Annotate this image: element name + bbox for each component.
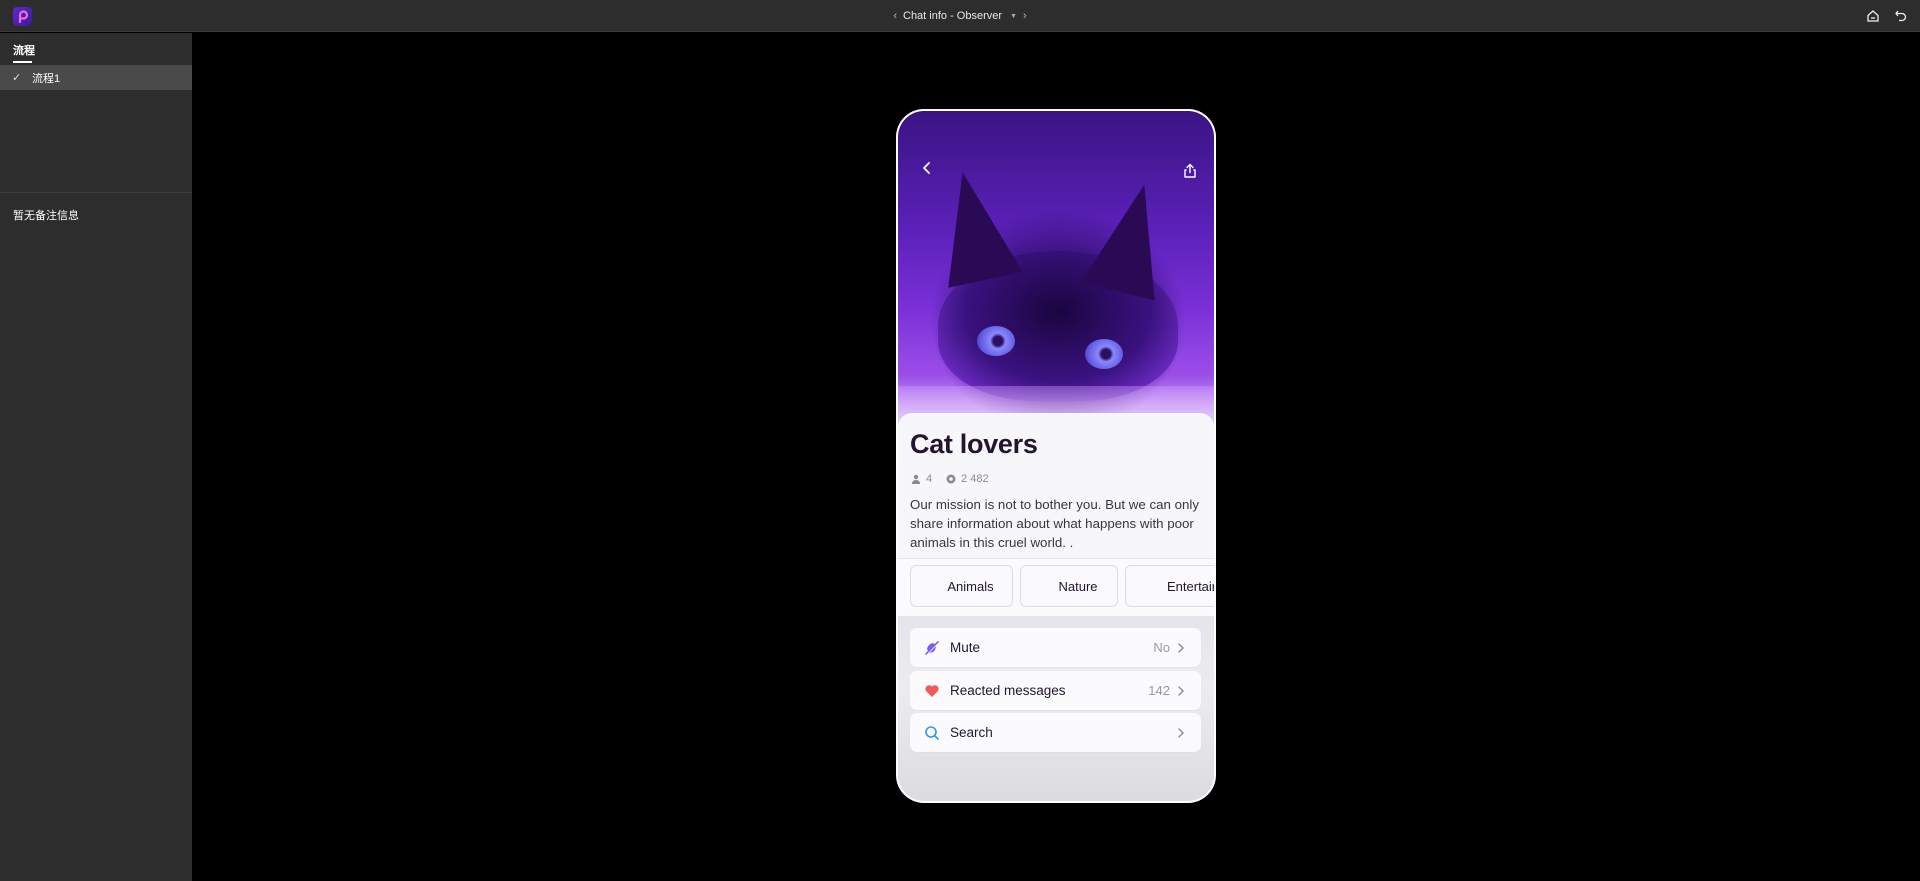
- cat-eye-left: [977, 326, 1015, 356]
- group-info-card: Cat lovers 4 2 482 Our mission is not to…: [898, 413, 1214, 558]
- check-icon: ✓: [12, 72, 22, 84]
- search-label: Search: [950, 725, 993, 740]
- notes-empty-text: 暂无备注信息: [13, 210, 79, 222]
- reacted-messages-label: Reacted messages: [950, 683, 1066, 698]
- tag-chip[interactable]: Nature: [1020, 565, 1118, 607]
- phone-preview: Cat lovers 4 2 482 Our mission is not to…: [896, 109, 1216, 803]
- chevron-right-icon[interactable]: ›: [1023, 10, 1027, 22]
- share-button[interactable]: [1178, 159, 1202, 183]
- undo-icon[interactable]: [1892, 7, 1910, 25]
- sidebar: 流程 ✓ 流程1 暂无备注信息: [0, 33, 192, 881]
- tag-chip[interactable]: Animals: [910, 565, 1013, 607]
- chevron-right-icon: [1177, 727, 1187, 738]
- chevron-right-icon: [1177, 685, 1187, 696]
- settings-list: Mute No Reacted messages 142 Search: [898, 616, 1214, 801]
- top-bar: ‹ Chat info - Observer ▼ ›: [0, 0, 1920, 32]
- group-description: Our mission is not to bother you. But we…: [910, 497, 1199, 550]
- tab-active-indicator: [13, 61, 32, 63]
- tag-list[interactable]: Animals Nature Entertainment: [898, 558, 1214, 616]
- share-icon: [1184, 163, 1196, 178]
- search-icon: [923, 724, 941, 742]
- group-title: Cat lovers: [910, 429, 1038, 459]
- mute-icon: [923, 639, 941, 657]
- mute-value: No: [1153, 640, 1170, 655]
- members-count: 4: [926, 473, 933, 485]
- reacted-messages-count: 142: [1148, 683, 1170, 698]
- tab-flow[interactable]: 流程: [13, 42, 35, 58]
- divider: [0, 192, 192, 193]
- tag-chip[interactable]: Entertainment: [1125, 565, 1214, 607]
- cat-ear-right: [1080, 175, 1182, 301]
- page-title[interactable]: Chat info - Observer: [903, 10, 1002, 22]
- views-icon: [946, 474, 956, 484]
- home-icon[interactable]: [1864, 7, 1882, 25]
- sidebar-item-flow-1[interactable]: ✓ 流程1: [0, 65, 192, 90]
- caret-down-icon[interactable]: ▼: [1010, 13, 1017, 20]
- reacted-messages-row[interactable]: Reacted messages 142: [910, 671, 1201, 710]
- cat-eye-right: [1085, 339, 1123, 369]
- chevron-left-icon: [923, 162, 930, 174]
- mute-row[interactable]: Mute No: [910, 628, 1201, 667]
- cover-image: [898, 111, 1214, 441]
- chevron-right-icon: [1177, 642, 1187, 653]
- members-icon: [912, 474, 920, 484]
- chevron-left-icon[interactable]: ‹: [893, 10, 897, 22]
- cat-ear-left: [925, 164, 1023, 288]
- back-button[interactable]: [915, 156, 939, 180]
- heart-icon: [923, 682, 941, 700]
- group-stats: 4 2 482: [911, 473, 989, 485]
- search-row[interactable]: Search: [910, 713, 1201, 752]
- mute-label: Mute: [950, 640, 981, 655]
- title-bar: ‹ Chat info - Observer ▼ ›: [0, 0, 1920, 32]
- sidebar-item-label: 流程1: [32, 72, 61, 85]
- views-count: 2 482: [961, 473, 989, 485]
- top-actions: [1864, 7, 1910, 25]
